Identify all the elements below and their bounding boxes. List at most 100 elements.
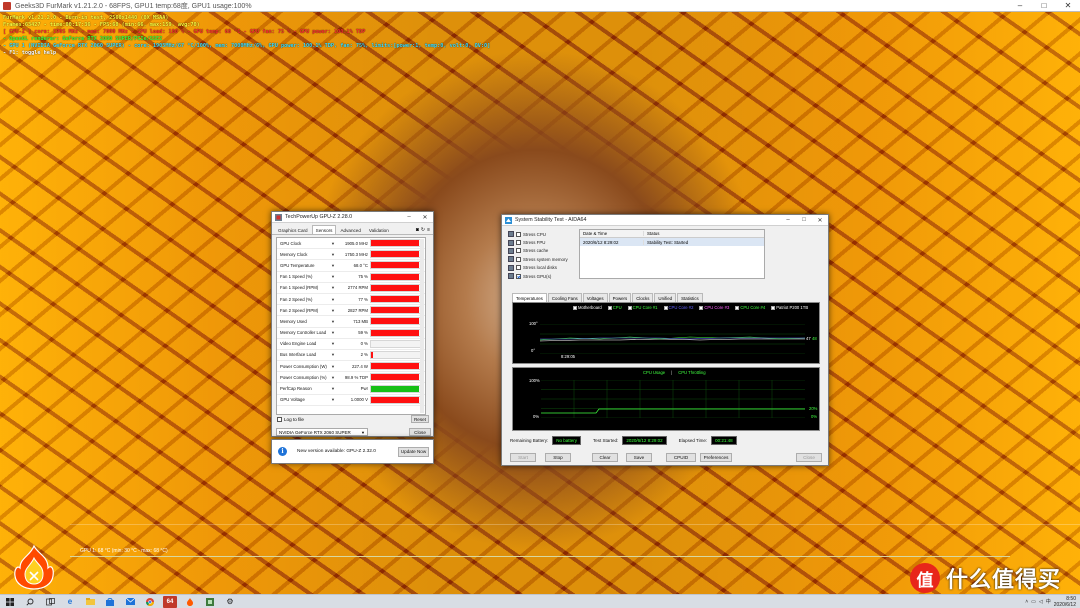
close-icon[interactable]: ✕ [1056,1,1080,10]
chevron-down-icon[interactable]: ▼ [329,297,337,302]
legend-checkbox[interactable] [663,305,668,310]
tab-advanced[interactable]: Advanced [336,225,364,234]
search-icon[interactable] [23,596,37,608]
stress-option-checkbox[interactable] [516,231,521,237]
sensor-row[interactable]: Power Consumption (W) ▼ 227.4 W [277,361,425,373]
legend-item[interactable]: CPU Core #4 [735,305,765,310]
clear-button[interactable]: Clear [592,453,618,462]
stress-option-checkbox[interactable] [516,240,521,246]
log-checkbox-box[interactable] [277,417,282,422]
gpuz-close-button[interactable]: Close [409,428,431,436]
legend-checkbox[interactable] [607,305,612,310]
clock[interactable]: 8:50 2020/6/12 [1054,596,1076,608]
settings-icon[interactable]: ⚙ [223,596,237,608]
stress-option[interactable]: Stress CPU [508,230,578,238]
ime-icon[interactable]: 中 [1046,598,1051,605]
stress-option-checkbox[interactable] [516,273,521,279]
sensor-row[interactable]: Fan 2 Speed (%) ▼ 77 % [277,294,425,306]
chevron-down-icon[interactable]: ▼ [329,375,337,380]
legend-checkbox[interactable] [699,305,704,310]
sensor-row[interactable]: GPU Voltage ▼ 1.0000 V [277,395,425,406]
chevron-down-icon[interactable]: ▼ [329,352,337,357]
tab-clocks[interactable]: Clocks [632,293,654,302]
gpuz-icon[interactable] [203,596,217,608]
store-icon[interactable] [103,596,117,608]
maximize-icon[interactable]: □ [796,217,812,224]
table-row[interactable]: 2020/6/12 8:29:02 Stability Test: Starte… [580,238,764,246]
menu-icon[interactable]: ≡ [427,227,430,233]
chevron-down-icon[interactable]: ▼ [329,241,337,246]
reset-button[interactable]: Reset [411,415,429,423]
stress-option[interactable]: Stress FPU [508,238,578,246]
legend-item[interactable]: CPU [607,305,622,310]
legend-item[interactable]: Patriot P200 1TB [771,305,808,310]
tab-temperatures[interactable]: Temperatures [512,293,547,302]
chevron-up-icon[interactable]: ˄ [1025,599,1028,605]
chrome-icon[interactable] [143,596,157,608]
volume-icon[interactable]: ◁ [1039,599,1043,605]
legend-item[interactable]: Motherboard [573,305,602,310]
stress-option-checkbox[interactable] [516,265,521,271]
stress-option[interactable]: Stress cache [508,247,578,255]
cpuid-button[interactable]: CPUID [666,453,696,462]
tab-powers[interactable]: Powers [608,293,632,302]
edge-icon[interactable]: e [63,596,77,608]
legend-checkbox[interactable] [771,305,776,310]
minimize-icon[interactable]: – [1008,1,1032,10]
tab-voltages[interactable]: Voltages [582,293,608,302]
sensor-row[interactable]: GPU Temperature ▼ 68.0 °C [277,260,425,272]
sensor-row[interactable]: Memory Controller Load ▼ 59 % [277,328,425,339]
aida-close-button[interactable]: Close [796,453,822,462]
legend-item[interactable]: CPU Core #3 [699,305,729,310]
sensor-row[interactable]: Video Engine Load ▼ 0 % [277,339,425,350]
gpu-device-select[interactable]: NVIDIA GeForce RTX 2060 SUPER ▼ [276,428,368,436]
legend-checkbox[interactable] [627,305,632,310]
start-button[interactable]: Start [510,453,536,462]
legend-item[interactable]: CPU Core #2 [663,305,693,310]
tab-cooling-fans[interactable]: Cooling Fans [547,293,582,302]
mail-icon[interactable] [123,596,137,608]
stress-option[interactable]: Stress system memory [508,255,578,263]
legend-item[interactable]: CPU Core #1 [627,305,658,310]
gpuz-titlebar[interactable]: TechPowerUp GPU-Z 2.28.0 – ✕ [272,212,433,223]
chevron-down-icon[interactable]: ▼ [329,274,337,279]
task-view-icon[interactable] [43,596,57,608]
stress-option-checkbox[interactable] [516,256,521,262]
log-to-file-checkbox[interactable]: Log to file [277,417,304,422]
chevron-down-icon[interactable]: ▼ [329,341,337,346]
chevron-down-icon[interactable]: ▼ [329,285,337,290]
aida64-icon[interactable]: 64 [163,595,177,608]
save-button[interactable]: Save [626,453,652,462]
sensor-row[interactable]: Fan 1 Speed (RPM) ▼ 2774 RPM [277,283,425,294]
preferences-button[interactable]: Preferences [700,453,732,462]
sensor-row[interactable]: Power Consumption (%) ▼ 98.9 % TDP [277,372,425,384]
sensor-row[interactable]: Memory Clock ▼ 1750.3 MHz [277,249,425,261]
maximize-icon[interactable]: □ [1032,1,1056,10]
sensor-row[interactable]: Fan 1 Speed (%) ▼ 75 % [277,272,425,283]
stop-button[interactable]: Stop [545,453,571,462]
chevron-down-icon[interactable]: ▼ [329,397,337,402]
gpuz-scrollbar[interactable] [420,239,424,413]
chevron-down-icon[interactable]: ▼ [329,319,337,324]
sensor-row[interactable]: Fan 2 Speed (RPM) ▼ 2827 RPM [277,305,425,317]
furmark-icon[interactable] [183,596,197,608]
chevron-down-icon[interactable]: ▼ [329,364,337,369]
tab-sensors[interactable]: Sensors [311,225,337,234]
chevron-down-icon[interactable]: ▼ [329,308,337,313]
network-icon[interactable]: ▭ [1031,599,1036,605]
chevron-down-icon[interactable]: ▼ [329,263,337,268]
sensor-row[interactable]: PerfCap Reason ▼ Pwr [277,383,425,395]
refresh-icon[interactable]: ↻ [421,227,425,233]
windows-icon[interactable] [3,596,17,608]
stress-option[interactable]: Stress local disks [508,264,578,272]
explorer-icon[interactable] [83,596,97,608]
update-now-button[interactable]: Update Now [398,446,429,457]
legend-checkbox[interactable] [573,305,577,310]
tab-graphics-card[interactable]: Graphics Card [274,225,312,234]
close-icon[interactable]: ✕ [417,214,433,221]
close-icon[interactable]: ✕ [812,217,828,224]
chevron-down-icon[interactable]: ▼ [329,386,337,391]
sensor-row[interactable]: GPU Clock ▼ 1905.0 MHz [277,238,425,250]
chevron-down-icon[interactable]: ▼ [329,330,337,335]
minimize-icon[interactable]: – [401,214,417,221]
